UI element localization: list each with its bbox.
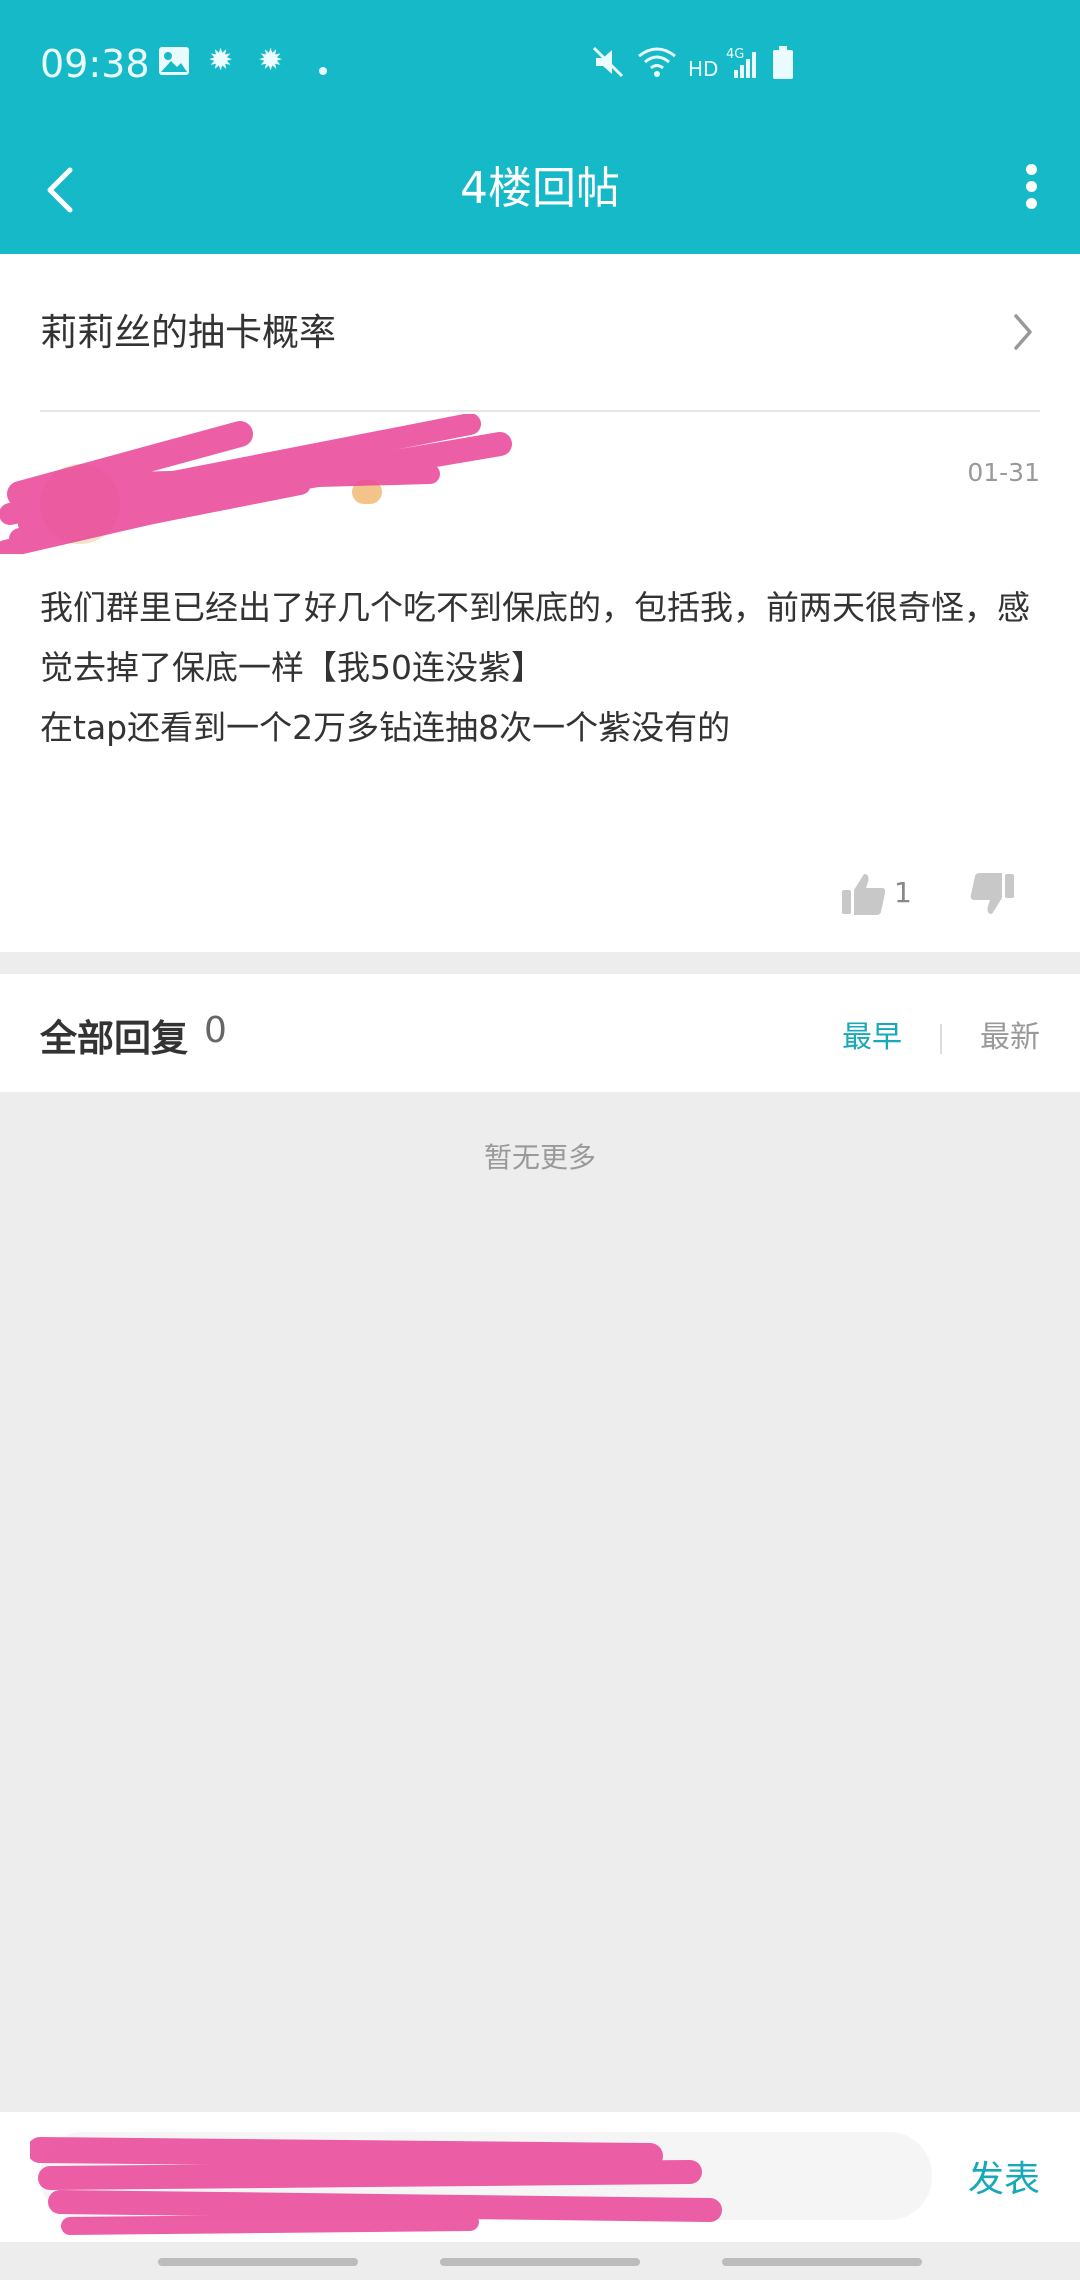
like-count: 1 <box>894 876 912 909</box>
replies-label: 全部回复 <box>40 1017 188 1060</box>
battery-icon <box>772 46 794 86</box>
hd-icon: HD <box>688 57 719 81</box>
comment-composer: 发表 <box>0 2112 1080 2242</box>
settings-gear-icon: ✹ <box>208 43 234 78</box>
sort-divider <box>940 1023 942 1054</box>
nav-recents-button[interactable] <box>158 2258 358 2266</box>
system-nav-bar <box>0 2242 1080 2280</box>
signal-4g-icon: 4G <box>726 46 760 86</box>
nav-home-button[interactable] <box>440 2258 640 2266</box>
post-date: 01-31 <box>967 458 1040 487</box>
thread-link[interactable]: 莉莉丝的抽卡概率 <box>40 298 1040 368</box>
more-vertical-icon <box>1025 164 1037 175</box>
chevron-right-icon <box>1014 314 1032 350</box>
redaction-scribble <box>0 414 512 554</box>
image-icon <box>158 46 190 82</box>
status-bar: 09:38 ✹ ✹ HD 4G <box>0 0 1080 130</box>
more-options-button[interactable] <box>1016 158 1046 218</box>
app-bar: 4楼回帖 <box>0 130 1080 254</box>
status-time: 09:38 <box>40 42 150 86</box>
dot-icon <box>318 52 328 82</box>
post-card: 莉莉丝的抽卡概率 01-31 我们群里已经出了好几个吃不到保底的，包括我，前两天… <box>0 254 1080 952</box>
sort-toggle: 最早 最新 <box>842 1012 1040 1056</box>
replies-header: 全部回复 0 最早 最新 <box>0 974 1080 1092</box>
sort-newest-button[interactable]: 最新 <box>980 1020 1040 1055</box>
post-body: 我们群里已经出了好几个吃不到保底的，包括我，前两天很奇怪，感觉去掉了保底一样【我… <box>40 578 1040 758</box>
post-paragraph: 我们群里已经出了好几个吃不到保底的，包括我，前两天很奇怪，感觉去掉了保底一样【我… <box>40 588 1030 687</box>
thread-title: 莉莉丝的抽卡概率 <box>40 311 336 354</box>
empty-state-text: 暂无更多 <box>483 1141 596 1174</box>
thumbs-down-icon[interactable] <box>968 870 1016 918</box>
svg-text:4G: 4G <box>726 47 744 62</box>
mute-icon <box>592 46 626 84</box>
nav-back-button[interactable] <box>722 2258 922 2266</box>
sort-earliest-button[interactable]: 最早 <box>842 1020 902 1055</box>
page-title: 4楼回帖 <box>460 163 620 214</box>
post-paragraph: 在tap还看到一个2万多钻连抽8次一个紫没有的 <box>40 708 731 747</box>
top-bar: 09:38 ✹ ✹ HD 4G 4楼回帖 <box>0 0 1080 254</box>
thumbs-up-icon[interactable] <box>840 870 888 918</box>
redaction-scribble <box>30 2137 722 2235</box>
publish-button[interactable]: 发表 <box>968 2150 1040 2202</box>
post-author[interactable] <box>0 414 520 554</box>
reactions: 1 <box>840 862 1080 932</box>
wifi-icon <box>636 46 678 84</box>
divider <box>40 410 1040 412</box>
replies-count: 0 <box>204 1010 227 1051</box>
settings-gear-icon: ✹ <box>258 43 284 78</box>
